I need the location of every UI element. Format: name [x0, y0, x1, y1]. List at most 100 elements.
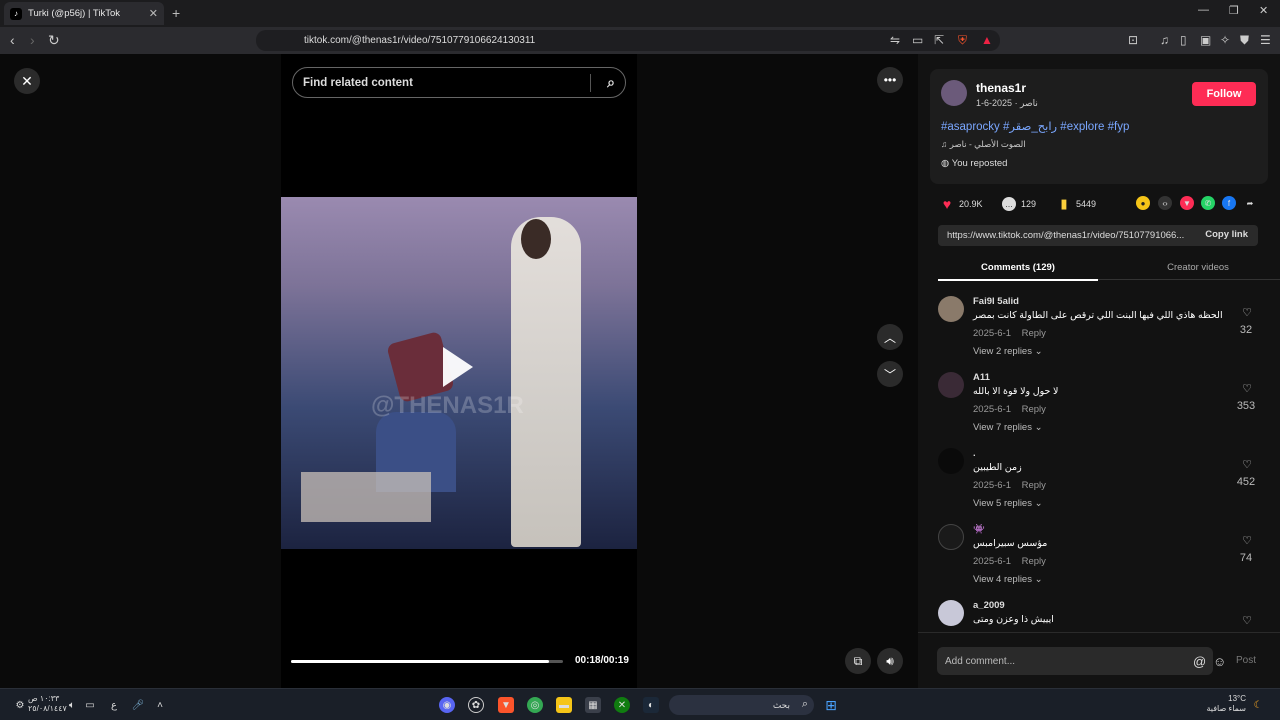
copy-link-button[interactable]: Copy link	[1205, 229, 1248, 240]
more-options-button[interactable]: •••	[877, 67, 903, 93]
language-indicator[interactable]: ع	[106, 697, 122, 713]
commenter-name[interactable]: .	[973, 448, 976, 459]
embed-code-icon[interactable]: ‹›	[1158, 196, 1172, 210]
video-player[interactable]: Find related content ⌕ @THENAS1R 00:18/0…	[281, 54, 637, 688]
panel-tabs: Comments (129) Creator videos	[938, 260, 1280, 281]
address-bar[interactable]: tiktok.com/@thenas1r/video/7510779106624…	[256, 30, 1000, 51]
reply-button[interactable]: Reply	[1022, 480, 1046, 491]
commenter-avatar[interactable]	[938, 448, 964, 474]
commenter-name[interactable]: a_2009	[973, 600, 1005, 611]
close-window-icon[interactable]: ✕	[1259, 4, 1268, 17]
reply-button[interactable]: Reply	[1022, 556, 1046, 567]
search-icon[interactable]: ⌕	[607, 74, 615, 91]
creator-username[interactable]: thenas1r	[976, 81, 1026, 95]
battery-icon[interactable]: ▭	[82, 697, 98, 713]
creator-avatar[interactable]	[941, 80, 967, 106]
taskbar-clock[interactable]: ١٠:٣٣ ص ٢٥/٠٨/١٤٤٧	[28, 694, 67, 714]
commenter-avatar[interactable]	[938, 600, 964, 626]
reload-icon[interactable]: ↻	[48, 32, 60, 49]
comment-like-icon[interactable]: ♡	[1235, 306, 1259, 319]
vpn-icon[interactable]: ⛊	[1240, 33, 1249, 48]
discord-icon[interactable]: ◉	[439, 697, 455, 713]
tab-comments[interactable]: Comments (129)	[938, 262, 1098, 281]
sidebar-icon[interactable]: ▯	[1180, 33, 1187, 47]
mention-icon[interactable]: @	[1193, 654, 1206, 669]
comment-input[interactable]: Add comment... @ ☺	[937, 647, 1226, 675]
speaker-icon[interactable]: 🔈︎	[64, 697, 80, 713]
steam-icon[interactable]: ◐	[643, 697, 659, 713]
reply-button[interactable]: Reply	[1022, 404, 1046, 415]
volume-button[interactable]: 🔊︎	[877, 648, 903, 674]
commenter-avatar[interactable]	[938, 296, 964, 322]
post-comment-button[interactable]: Post	[1236, 655, 1256, 666]
comment-like-icon[interactable]: ♡	[1235, 382, 1259, 395]
music-icon[interactable]: ♫	[1160, 33, 1169, 47]
weather-widget[interactable]: 13°C سماء صافية	[1196, 694, 1246, 714]
video-frame[interactable]: @THENAS1R	[281, 197, 637, 549]
share-arrow-icon[interactable]: ➦	[1243, 196, 1257, 210]
play-icon[interactable]	[443, 347, 473, 387]
store-icon[interactable]: ▦	[585, 697, 601, 713]
chrome-icon[interactable]: ◎	[527, 697, 543, 713]
post-music[interactable]: ♫ الصوت الأصلي - ناصر	[941, 139, 1026, 150]
comment-icon: …	[1002, 197, 1016, 211]
commenter-avatar[interactable]	[938, 524, 964, 550]
close-viewer-button[interactable]: ✕	[14, 68, 40, 94]
translate-icon[interactable]: ⇋	[890, 33, 900, 47]
close-tab-icon[interactable]: ✕	[149, 7, 158, 20]
comment-like-count: 452	[1236, 476, 1256, 488]
leo-icon[interactable]: ✧	[1220, 33, 1230, 47]
emoji-icon[interactable]: ☺	[1213, 654, 1226, 669]
search-input[interactable]: Find related content ⌕	[292, 67, 626, 98]
like-stat[interactable]: ♥ 20.9K	[940, 196, 983, 212]
whatsapp-icon[interactable]: ✆	[1201, 196, 1215, 210]
commenter-name[interactable]: Fai9l 5alid	[973, 296, 1019, 307]
post-hashtags[interactable]: #asaprocky #رابح_صقر #explore #fyp	[941, 119, 1129, 133]
tray-chevron-icon[interactable]: ˄	[152, 697, 168, 713]
tab-creator-videos[interactable]: Creator videos	[1118, 262, 1278, 273]
chatgpt-icon[interactable]: ✿	[468, 697, 484, 713]
share-icon[interactable]: ⇱	[934, 33, 944, 47]
commenter-name[interactable]: 👾	[973, 524, 985, 535]
menu-icon[interactable]: ☰	[1260, 33, 1271, 47]
maximize-icon[interactable]: ❐	[1229, 4, 1239, 17]
brave-rewards-icon[interactable]: ▲	[981, 33, 993, 47]
brave-shield-icon[interactable]: ⛨	[958, 33, 967, 48]
comment-like-icon[interactable]: ♡	[1235, 534, 1259, 547]
commenter-avatar[interactable]	[938, 372, 964, 398]
details-panel: thenas1r ناصر · 2025-6-1 Follow #asaproc…	[918, 54, 1280, 688]
windows-start-icon[interactable]: ⊞	[823, 697, 839, 713]
comment-like-icon[interactable]: ♡	[1235, 458, 1259, 471]
minimize-icon[interactable]: —	[1198, 4, 1209, 16]
commenter-name[interactable]: A11	[973, 372, 990, 383]
comment-stat[interactable]: … 129	[1002, 197, 1036, 211]
follow-button[interactable]: Follow	[1192, 82, 1256, 106]
screenshot-icon[interactable]: ⊡	[1128, 33, 1138, 47]
file-explorer-icon[interactable]: ▬	[556, 697, 572, 713]
pip-button[interactable]: ⧉	[845, 648, 871, 674]
forward-icon[interactable]: ›	[30, 32, 35, 48]
network-icon[interactable]: ⚙	[12, 697, 28, 713]
xbox-icon[interactable]: ✕	[614, 697, 630, 713]
view-replies-button[interactable]: View 5 replies ⌄	[973, 498, 1043, 509]
back-icon[interactable]: ‹	[10, 32, 15, 48]
taskbar-search[interactable]: بحث ⌕	[669, 695, 814, 715]
wallet-icon[interactable]: ▣	[1200, 33, 1211, 47]
browser-tab[interactable]: ♪ Turki (@p56j) | TikTok ✕	[4, 2, 164, 25]
video-progress-bar[interactable]	[291, 660, 563, 663]
comment-like-icon[interactable]: ♡	[1235, 614, 1258, 627]
save-stat[interactable]: ▮ 5449	[1057, 196, 1096, 211]
facebook-icon[interactable]: f	[1222, 196, 1236, 210]
microphone-icon[interactable]: 🎤︎	[130, 697, 146, 713]
view-replies-button[interactable]: View 7 replies ⌄	[973, 422, 1043, 433]
embed-badge-icon[interactable]: ●	[1136, 196, 1150, 210]
view-replies-button[interactable]: View 4 replies ⌄	[973, 574, 1043, 585]
reply-button[interactable]: Reply	[1022, 328, 1046, 339]
send-icon[interactable]: ▼	[1180, 196, 1194, 210]
view-replies-button[interactable]: View 2 replies ⌄	[973, 346, 1043, 357]
previous-video-button[interactable]: ︿	[877, 324, 903, 350]
next-video-button[interactable]: ﹀	[877, 361, 903, 387]
cast-icon[interactable]: ▭	[912, 33, 923, 47]
new-tab-icon[interactable]: +	[172, 5, 180, 21]
brave-icon[interactable]: ▼	[498, 697, 514, 713]
